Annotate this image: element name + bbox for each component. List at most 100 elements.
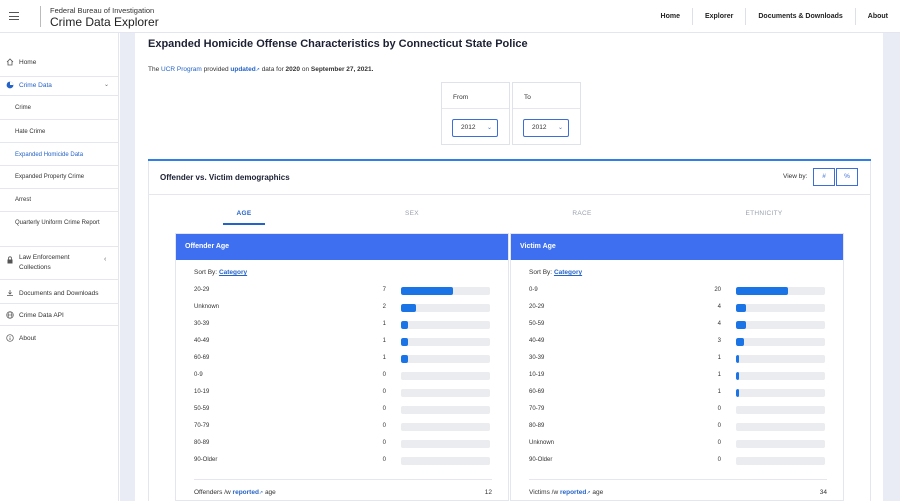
chevron-left-icon[interactable]: ‹ [104,256,106,263]
bar-value: 0 [382,423,386,429]
bar-value: 1 [382,338,386,344]
reported-link[interactable]: reported [233,489,259,496]
chevron-down-icon[interactable]: ⌄ [104,81,109,88]
bar-track [401,304,490,312]
bar-track [736,457,825,465]
section-title: Offender vs. Victim demographics [160,173,290,182]
sidebar-item-home[interactable]: Home [0,58,119,66]
bar-row: 90-Older 0 [529,457,829,466]
logo-title[interactable]: Crime Data Explorer [50,15,159,29]
sidebar-item-documents[interactable]: Documents and Downloads [0,289,119,297]
bar-track [401,423,490,431]
external-link-icon: ↗ [258,490,264,496]
ucr-text: data for [261,66,284,73]
picker-divider [513,108,580,109]
footer-text: Victims /w [529,489,559,496]
reported-link[interactable]: reported [560,489,586,496]
bar-fill [736,304,747,312]
bar-label: Unknown [529,440,555,446]
sidebar-divider [0,211,119,212]
bar-row: 0-9 20 [529,287,829,296]
bar-row: 80-89 0 [529,423,829,432]
bar-value: 0 [382,406,386,412]
sidebar-item-crime-data[interactable]: Crime Data ⌄ [0,81,119,89]
bar-label: 50-59 [529,321,545,327]
top-nav: Home Explorer Documents & Downloads Abou… [649,0,900,33]
bar-label: 90-Older [194,457,218,463]
bar-row: Unknown 0 [529,440,829,449]
bar-track [401,287,490,295]
sidebar-divider [0,95,119,96]
bar-row: 40-49 1 [194,338,494,347]
tab-race[interactable]: RACE [542,210,622,217]
bar-fill [736,338,744,346]
sidebar-sub-expanded-property[interactable]: Expanded Property Crime [15,173,115,182]
sidebar-item-about[interactable]: About [0,334,119,342]
view-count-button[interactable]: # [813,168,835,186]
bar-label: 80-89 [529,423,545,429]
bar-label: 40-49 [194,338,210,344]
bar-value: 0 [382,389,386,395]
nav-explorer[interactable]: Explorer [691,8,745,25]
bar-value: 3 [717,338,721,344]
bar-row: 10-19 0 [194,389,494,398]
nav-home[interactable]: Home [649,8,692,25]
bar-row: 60-69 1 [194,355,494,364]
from-year-select[interactable]: 2012 ⌄ [452,119,498,137]
bar-row: 30-39 1 [194,321,494,330]
bar-fill [736,389,739,397]
bar-track [401,372,490,380]
ucr-program-link[interactable]: UCR Program [161,66,202,73]
menu-icon[interactable] [9,12,19,20]
bar-track [736,372,825,380]
to-year-select[interactable]: 2012 ⌄ [523,119,569,137]
sidebar-divider [0,165,119,166]
sidebar-sub-arrest[interactable]: Arrest [15,196,115,205]
sidebar-sub-hate-crime[interactable]: Hate Crime [15,128,115,137]
sidebar-item-api[interactable]: Crime Data API [0,311,119,319]
sidebar-divider [0,279,119,280]
bar-track [401,406,490,414]
bar-track [401,389,490,397]
bar-row: 10-19 1 [529,372,829,381]
bar-track [401,338,490,346]
tab-age[interactable]: AGE [204,210,284,217]
bar-track [736,321,825,329]
view-by-label: View by: [783,173,808,180]
logo-agency[interactable]: Federal Bureau of Investigation [50,6,154,15]
bar-label: 70-79 [529,406,545,412]
ucr-text: The [148,66,160,73]
bar-value: 4 [717,304,721,310]
updated-link[interactable]: updated [230,66,255,73]
panel-title: Offender Age [176,234,508,260]
nav-about[interactable]: About [854,8,900,25]
bar-track [401,321,490,329]
pie-chart-icon [6,81,14,89]
bar-label: 20-29 [529,304,545,310]
bar-fill [736,355,739,363]
sort-category-link[interactable]: Category [554,269,582,276]
view-percent-button[interactable]: % [836,168,858,186]
nav-documents[interactable]: Documents & Downloads [745,8,854,25]
bar-track [736,355,825,363]
sidebar-sub-quarterly[interactable]: Quarterly Uniform Crime Report [15,219,115,228]
sidebar-divider [0,325,119,326]
bar-value: 1 [717,389,721,395]
globe-icon [6,311,14,319]
sidebar-item-law-enforcement[interactable]: Law Enforcement Collections ‹ [0,253,119,273]
sort-category-link[interactable]: Category [219,269,247,276]
bar-track [736,423,825,431]
external-link-icon: ↗ [255,67,260,73]
sidebar-sub-expanded-homicide[interactable]: Expanded Homicide Data [15,151,115,160]
ucr-year: 2020 [285,66,301,73]
sidebar-sub-crime[interactable]: Crime [15,104,115,113]
bar-label: 70-79 [194,423,210,429]
sidebar: Home Crime Data ⌄ Crime Hate Crime Expan… [0,33,119,501]
tab-sex[interactable]: SEX [372,210,452,217]
bar-row: 50-59 4 [529,321,829,330]
bar-value: 2 [382,304,386,310]
bar-row: 30-39 1 [529,355,829,364]
tab-ethnicity[interactable]: ETHNICITY [724,210,804,217]
bar-value: 0 [382,372,386,378]
chevron-down-icon: ⌄ [557,125,563,131]
